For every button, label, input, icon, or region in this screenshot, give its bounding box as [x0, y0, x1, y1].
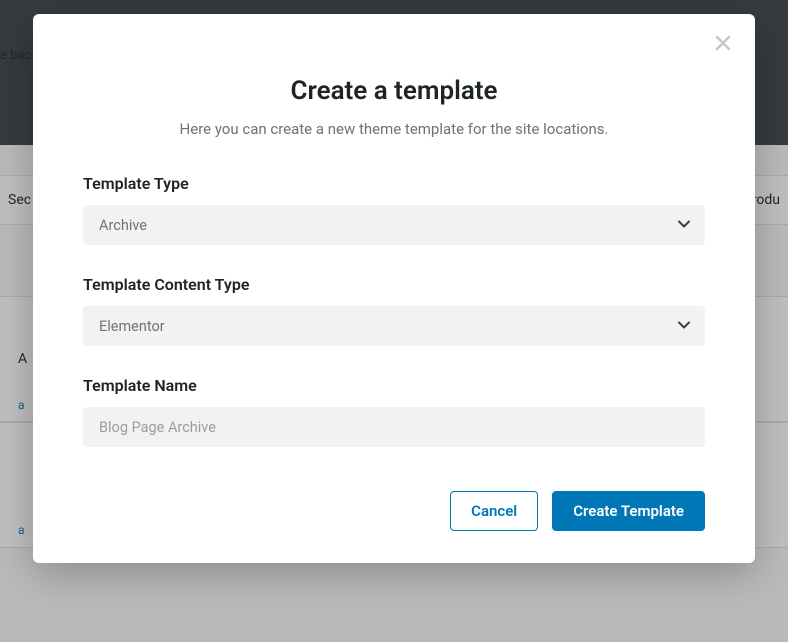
content-type-label: Template Content Type [83, 275, 705, 294]
cancel-button[interactable]: Cancel [450, 491, 538, 531]
close-button[interactable] [709, 30, 737, 58]
template-name-label: Template Name [83, 376, 705, 395]
template-type-label: Template Type [83, 174, 705, 193]
field-content-type: Template Content Type Elementor [83, 275, 705, 346]
field-template-type: Template Type Archive [83, 174, 705, 245]
modal-overlay: Create a template Here you can create a … [0, 0, 788, 642]
field-template-name: Template Name [83, 376, 705, 447]
modal-title: Create a template [83, 76, 705, 106]
content-type-select[interactable]: Elementor [83, 306, 705, 346]
modal-footer: Cancel Create Template [83, 491, 705, 531]
close-icon [714, 34, 732, 55]
template-type-select-wrapper: Archive [83, 205, 705, 245]
template-name-input[interactable] [83, 407, 705, 447]
modal-subtitle: Here you can create a new theme template… [83, 120, 705, 138]
create-template-modal: Create a template Here you can create a … [33, 14, 755, 563]
create-template-button[interactable]: Create Template [552, 491, 705, 531]
content-type-select-wrapper: Elementor [83, 306, 705, 346]
template-type-select[interactable]: Archive [83, 205, 705, 245]
